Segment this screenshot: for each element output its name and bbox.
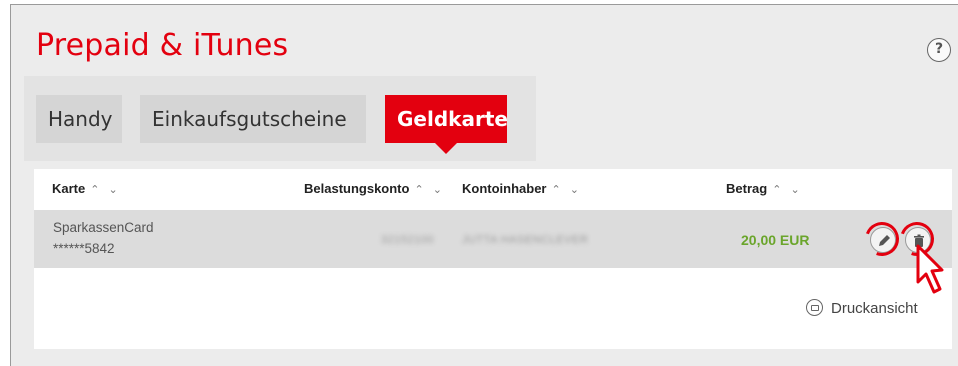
printer-icon	[806, 299, 823, 316]
column-header-kontoinhaber[interactable]: Kontoinhaber ⌃ ⌄	[462, 181, 582, 196]
sort-icon[interactable]: ⌃ ⌄	[552, 184, 583, 196]
card-number: ******5842	[53, 241, 115, 256]
amount: 20,00 EUR	[741, 232, 810, 248]
sort-icon[interactable]: ⌃ ⌄	[414, 184, 445, 196]
column-header-belastungskonto[interactable]: Belastungskonto ⌃ ⌄	[304, 181, 445, 196]
print-view-link[interactable]: Druckansicht	[806, 299, 918, 317]
tab-geldkarte[interactable]: Geldkarte	[385, 95, 508, 154]
column-header-karte[interactable]: Karte ⌃ ⌄	[52, 181, 121, 196]
hand-cursor-icon	[916, 244, 944, 294]
card-name: SparkassenCard	[53, 220, 154, 235]
tab-handy[interactable]: Handy	[36, 95, 122, 143]
account-number: 32152100	[381, 234, 434, 246]
column-header-betrag[interactable]: Betrag ⌃ ⌄	[726, 181, 803, 196]
tab-einkaufsgutscheine[interactable]: Einkaufsgutscheine	[140, 95, 366, 143]
help-button[interactable]: ?	[927, 38, 951, 62]
print-view-label: Druckansicht	[831, 300, 918, 317]
column-label: Betrag	[726, 181, 768, 196]
sort-icon[interactable]: ⌃ ⌄	[772, 184, 803, 196]
column-label: Kontoinhaber	[462, 181, 547, 196]
column-label: Belastungskonto	[304, 181, 410, 196]
column-label: Karte	[52, 181, 86, 196]
page-title: Prepaid & iTunes	[36, 28, 289, 63]
account-holder: JUTTA HASENCLEVER	[462, 234, 589, 246]
sort-icon[interactable]: ⌃ ⌄	[90, 184, 121, 196]
